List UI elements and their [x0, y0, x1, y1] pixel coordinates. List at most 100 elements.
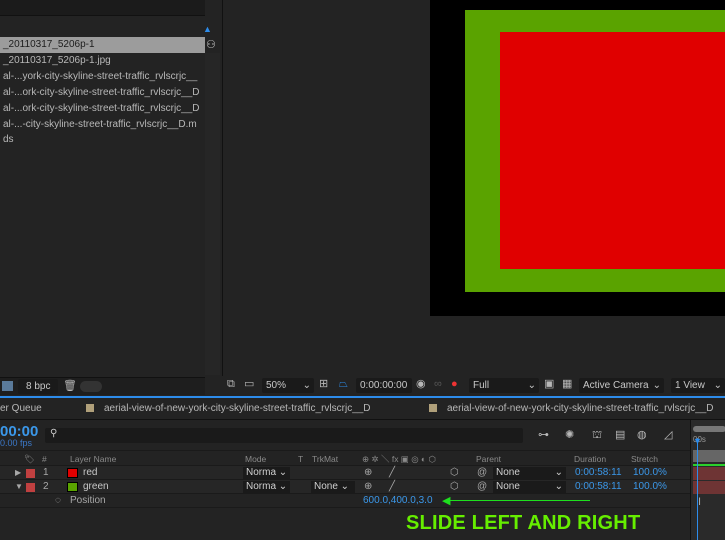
playhead-handle-icon[interactable]: ▼ — [693, 436, 702, 446]
trkmat-dropdown[interactable]: None ⌄ — [311, 481, 355, 493]
project-item[interactable]: al-...ork-city-skyline-street-traffic_rv… — [0, 85, 205, 101]
mode-dropdown[interactable]: Norma ⌄ — [243, 481, 290, 493]
camera-value: Active Camera — [583, 380, 649, 391]
shy-switch-icon[interactable]: ⊕ — [364, 480, 372, 493]
composition-canvas[interactable] — [430, 0, 725, 316]
red-layer[interactable] — [500, 32, 725, 269]
mode-dropdown[interactable]: Norma ⌄ — [243, 467, 290, 479]
shy-switch-icon[interactable]: ⊕ — [364, 466, 372, 479]
playhead[interactable] — [697, 438, 698, 540]
tab-composition-1[interactable]: aerial-view-of-new-york-city-skyline-str… — [86, 403, 371, 414]
resolution-value: Full — [473, 380, 490, 391]
composition-flowchart-icon[interactable]: ⊶ — [538, 428, 549, 443]
shy-icon[interactable]: ⛫ — [592, 428, 602, 443]
viewer-toolbar: ⧉ ▭ 50% ⌄ ⊞ ⏢ 0:00:00:00 ◉ ∞ ● Full ⌄ ▣ ▦ … — [222, 376, 725, 395]
header-switches: ⊕ ✲ ＼ fx ▣ ◎ ◐ ⬡ — [362, 454, 436, 464]
mode-value: Norma — [246, 467, 277, 478]
transparency-grid-icon[interactable]: ▦ — [562, 377, 572, 392]
layer-name[interactable]: green — [83, 480, 109, 493]
graph-editor-icon[interactable]: ◿ — [664, 428, 672, 443]
quality-switch-icon[interactable]: ╱ — [389, 480, 395, 493]
3d-layer-icon[interactable]: ⬡ — [450, 466, 459, 479]
camera-dropdown[interactable]: Active Camera ⌄ — [579, 378, 664, 393]
expand-arrow-icon[interactable]: ▶ — [15, 466, 21, 479]
layer-duration[interactable]: 0:00:58:11 — [575, 480, 622, 493]
toggle[interactable] — [80, 381, 102, 392]
layer-stretch[interactable]: 100.0% — [633, 466, 667, 479]
header-duration: Duration — [574, 454, 607, 464]
annotation-text: SLIDE LEFT AND RIGHT — [406, 512, 641, 534]
snapshot-display-icon[interactable]: ⧉ — [227, 377, 235, 392]
pick-whip-icon[interactable]: @ — [477, 466, 487, 479]
layer-stretch[interactable]: 100.0% — [633, 480, 667, 493]
layer-search-input[interactable]: ⚲ — [45, 428, 523, 443]
tab-render-queue[interactable]: er Queue — [0, 403, 42, 414]
pick-whip-icon[interactable]: @ — [477, 480, 487, 493]
project-item[interactable]: ds — [0, 132, 205, 148]
layer-number: 1 — [43, 467, 49, 478]
tab-composition-2[interactable]: aerial-view-of-new-york-city-skyline-str… — [429, 403, 714, 414]
current-time[interactable]: 0:00:00:00 — [356, 378, 412, 393]
resolution-dropdown[interactable]: Full ⌄ — [469, 378, 539, 393]
label-color[interactable] — [26, 469, 35, 478]
composition-swatch — [429, 404, 437, 412]
region-of-interest-icon[interactable]: ⊞ — [319, 377, 328, 392]
motion-blur-icon[interactable]: ◍ — [637, 428, 647, 443]
property-row: ◌ Position 600.0,400.0,3.0 ◀ — [0, 494, 690, 508]
header-parent: Parent — [476, 454, 502, 464]
layer-name[interactable]: red — [83, 466, 97, 479]
position-value[interactable]: 600.0,400.0,3.0 — [363, 494, 433, 507]
project-scrollbar[interactable] — [205, 53, 220, 375]
camera-icon[interactable]: ◉ — [416, 377, 426, 392]
project-item[interactable]: al-...ork-city-skyline-street-traffic_rv… — [0, 101, 205, 117]
fast-previews-icon[interactable]: ▣ — [544, 377, 554, 392]
timeline-tabs: er Queue aerial-view-of-new-york-city-sk… — [0, 398, 725, 420]
project-item[interactable]: _20110317_5206p-1 — [0, 37, 205, 53]
parent-dropdown[interactable]: None ⌄ — [493, 467, 566, 479]
mask-visibility-icon[interactable]: ⏢ — [339, 377, 348, 392]
work-area-bar[interactable] — [693, 426, 725, 432]
color-settings-icon[interactable] — [2, 381, 13, 391]
project-item[interactable]: _20110317_5206p-1.jpg — [0, 53, 205, 69]
sort-up-icon[interactable]: ▲ — [203, 24, 212, 34]
collapse-arrow-icon[interactable]: ▼ — [15, 480, 23, 493]
show-snapshot-icon[interactable]: ∞ — [434, 377, 442, 392]
trash-icon[interactable]: 🗑 — [63, 379, 77, 394]
chevron-down-icon: ⌄ — [302, 380, 311, 391]
monitor-icon[interactable]: ▭ — [244, 377, 254, 392]
channel-icon[interactable]: ● — [451, 377, 458, 392]
chevron-down-icon: ⌄ — [527, 380, 536, 391]
header-layer-name[interactable]: Layer Name — [70, 452, 116, 466]
mode-value: Norma — [246, 481, 277, 492]
property-name: Position — [70, 495, 106, 506]
trkmat-value: None — [314, 481, 338, 492]
frame-blending-icon[interactable]: ▤ — [615, 428, 625, 443]
header-stretch: Stretch — [631, 454, 658, 464]
layer-duration[interactable]: 0:00:58:11 — [575, 466, 622, 479]
frame-rate: 0.00 fps — [0, 438, 33, 448]
layer-row[interactable]: ▼ 2 green Norma ⌄ None ⌄ ⊕ ╱ ⬡ @ None ⌄ 0… — [0, 480, 690, 494]
project-panel: ▲ _20110317_5206p-1 ⚇ _20110317_5206p-1.… — [0, 0, 220, 395]
arrow-left-icon: ◀ — [442, 495, 451, 507]
layer-row[interactable]: ▶ 1 red Norma ⌄ ⊕ ╱ ⬡ @ None ⌄ 0:00:58:11… — [0, 466, 690, 480]
chevron-down-icon: ⌄ — [652, 380, 661, 391]
zoom-dropdown[interactable]: 50% ⌄ — [262, 378, 314, 393]
header-number: # — [42, 454, 47, 464]
project-item[interactable]: al-...york-city-skyline-street-traffic_r… — [0, 69, 205, 85]
3d-layer-icon[interactable]: ⬡ — [450, 480, 459, 493]
time-ruler-panel[interactable]: 00s I ▼ — [690, 420, 725, 540]
draft-3d-icon[interactable]: ✺ — [565, 428, 574, 443]
header-trkmat: TrkMat — [312, 454, 339, 464]
header-t: T — [298, 454, 304, 464]
flowchart-icon[interactable]: ⚇ — [206, 38, 216, 51]
quality-switch-icon[interactable]: ╱ — [389, 466, 395, 479]
label-color[interactable] — [26, 483, 35, 492]
text-cursor-icon: I — [698, 496, 702, 508]
project-footer: 8 bpc 🗑 — [0, 377, 205, 395]
stopwatch-icon[interactable]: ◌ — [55, 494, 61, 507]
views-dropdown[interactable]: 1 View ⌄ — [671, 378, 725, 393]
parent-dropdown[interactable]: None ⌄ — [493, 481, 566, 493]
bpc-button[interactable]: 8 bpc — [18, 379, 58, 394]
layer-color-swatch — [67, 468, 78, 478]
project-item[interactable]: al-...-city-skyline-street-traffic_rvlsc… — [0, 117, 205, 133]
